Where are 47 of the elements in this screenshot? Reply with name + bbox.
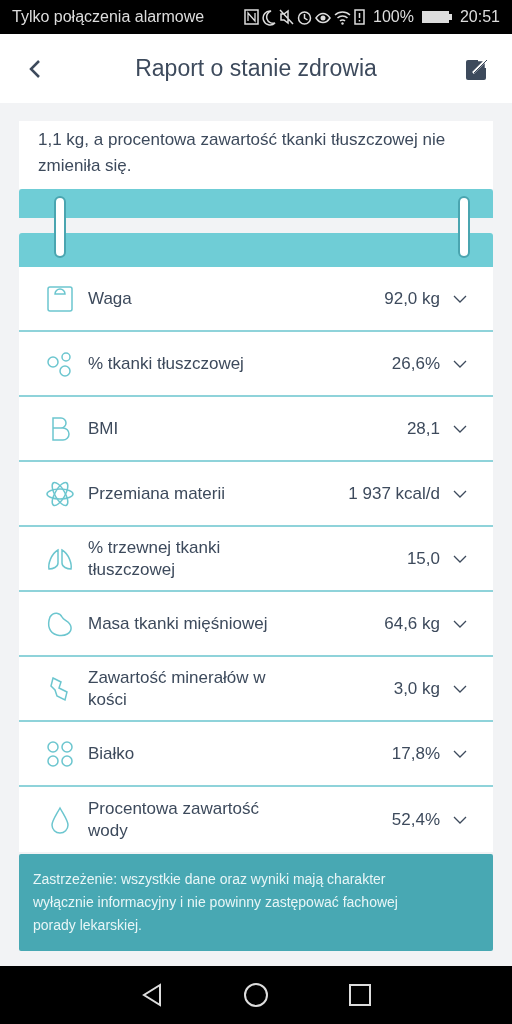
- nav-back-icon[interactable]: [141, 983, 163, 1007]
- metric-label: Białko: [88, 742, 136, 765]
- nfc-icon: [244, 8, 260, 26]
- metric-label: % trzewnej tkanki tłuszczowej: [88, 536, 222, 581]
- page-title: Raport o stanie zdrowia: [134, 54, 378, 84]
- battery-icon: [421, 10, 452, 24]
- metric-row[interactable]: Masa tkanki mięśniowej 64,6 kg: [19, 592, 493, 657]
- metric-row[interactable]: Białko 17,8%: [19, 722, 493, 787]
- moon-icon: [262, 8, 277, 26]
- scale-icon: [45, 283, 75, 314]
- back-icon: [28, 58, 42, 79]
- metric-value: 17,8%: [391, 742, 440, 765]
- summary-text: 1,1 kg, a procentowa zawartość tkanki tłuszczowej nie zmieniła się.: [38, 129, 447, 177]
- metric-label: Zawartość minerałów w kości: [88, 666, 267, 711]
- metric-value: 28,1: [406, 417, 440, 440]
- wifi-icon: [334, 8, 352, 26]
- metric-row[interactable]: % trzewnej tkanki tłuszczowej 15,0: [19, 527, 493, 592]
- metric-value: 3,0 kg: [393, 677, 440, 700]
- metric-label: Przemiana materii: [88, 482, 226, 505]
- metric-value: 26,6%: [391, 352, 440, 375]
- mute-icon: [279, 8, 295, 26]
- nav-recents-icon[interactable]: [349, 984, 371, 1006]
- metric-value: 1 937 kcal/d: [348, 482, 440, 505]
- battery-percent: 100%: [373, 7, 414, 27]
- metric-label: BMI: [88, 417, 120, 440]
- metric-value: 52,4%: [391, 808, 440, 831]
- clock-text: 20:51: [459, 7, 500, 27]
- carrier-text: Tylko połączenia alarmowe: [12, 7, 205, 27]
- clip-icon: [456, 195, 472, 259]
- metric-row[interactable]: Waga 92,0 kg: [19, 267, 493, 332]
- alarm-icon: [297, 8, 313, 26]
- nav-home-icon[interactable]: [243, 982, 269, 1008]
- clip-icon: [52, 195, 68, 259]
- metric-row[interactable]: % tkanki tłuszczowej 26,6%: [19, 332, 493, 397]
- metric-row[interactable]: BMI 28,1: [19, 397, 493, 462]
- metric-label: Masa tkanki mięśniowej: [88, 612, 269, 635]
- metric-value: 15,0: [406, 547, 440, 570]
- disclaimer-text: Zastrzeżenie: wszystkie dane oraz wyniki mają charakter wyłącznie informacyjny i nie powinny zastępować fachowej porady lekarskiej.: [33, 870, 399, 935]
- metric-label: % tkanki tłuszczowej: [88, 352, 245, 375]
- sim-icon: [354, 8, 366, 26]
- metric-label: Waga: [88, 287, 133, 310]
- metric-value: 92,0 kg: [384, 287, 440, 310]
- metric-label: Procentowa zawartość wody: [88, 797, 261, 842]
- metric-row[interactable]: Przemiana materii 1 937 kcal/d: [19, 462, 493, 527]
- metric-row[interactable]: Procentowa zawartość wody 52,4%: [19, 787, 493, 852]
- metric-value: 64,6 kg: [384, 612, 440, 635]
- metric-row[interactable]: Zawartość minerałów w kości 3,0 kg: [19, 657, 493, 722]
